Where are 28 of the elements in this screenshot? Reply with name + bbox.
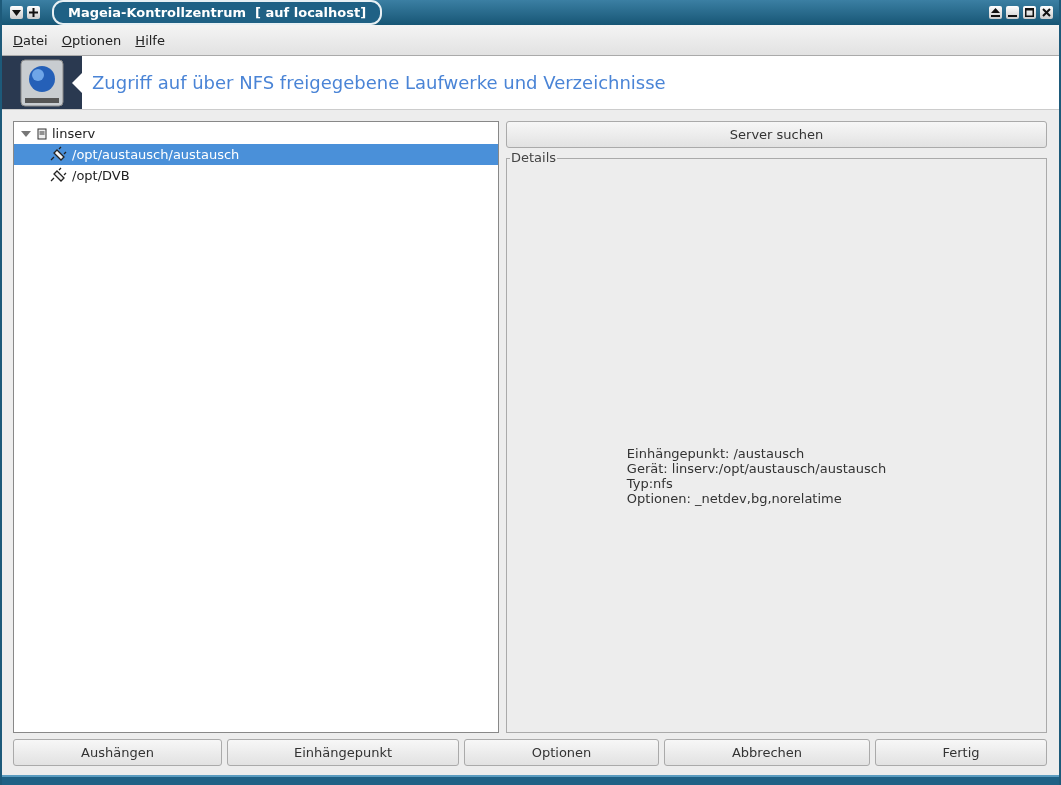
menu-icon[interactable] xyxy=(10,6,23,19)
computer-icon xyxy=(36,127,48,140)
action-button[interactable]: Abbrechen xyxy=(664,739,870,766)
tree-label: /opt/DVB xyxy=(72,168,130,183)
detail-line: Typ:nfs xyxy=(626,475,673,491)
search-server-button[interactable]: Server suchen xyxy=(506,121,1047,148)
menu-item[interactable]: Datei xyxy=(13,32,48,48)
tree-item[interactable]: linserv xyxy=(14,123,498,144)
tree-label: linserv xyxy=(52,126,96,141)
window-title: Mageia-Kontrollzentrum [ auf localhost] xyxy=(52,0,383,25)
details-title: Details xyxy=(510,150,558,165)
detail-line: Gerät: linserv:/opt/austausch/austausch xyxy=(626,460,887,476)
menu-item[interactable]: Optionen xyxy=(61,32,122,48)
action-button[interactable]: Fertig xyxy=(875,739,1047,766)
plus-icon[interactable] xyxy=(27,6,40,19)
header-title: Zugriff auf über NFS freigegebene Laufwerke und Verzeichnisse xyxy=(92,72,666,93)
eject-icon[interactable] xyxy=(989,6,1002,19)
action-button[interactable]: Aushängen xyxy=(13,739,222,766)
minimize-icon[interactable] xyxy=(1006,6,1019,19)
detail-line: Optionen: _netdev,bg,norelatime xyxy=(626,490,843,506)
detail-line: Einhängepunkt: /austausch xyxy=(626,445,806,461)
menu-item[interactable]: Hilfe xyxy=(135,32,165,48)
maximize-icon[interactable] xyxy=(1023,6,1036,19)
tree-label: /opt/austausch/austausch xyxy=(72,147,240,162)
action-button[interactable]: Optionen xyxy=(464,739,659,766)
close-icon[interactable] xyxy=(1040,6,1053,19)
action-button[interactable]: Einhängepunkt xyxy=(227,739,459,766)
tree-item[interactable]: /opt/DVB xyxy=(14,165,498,186)
